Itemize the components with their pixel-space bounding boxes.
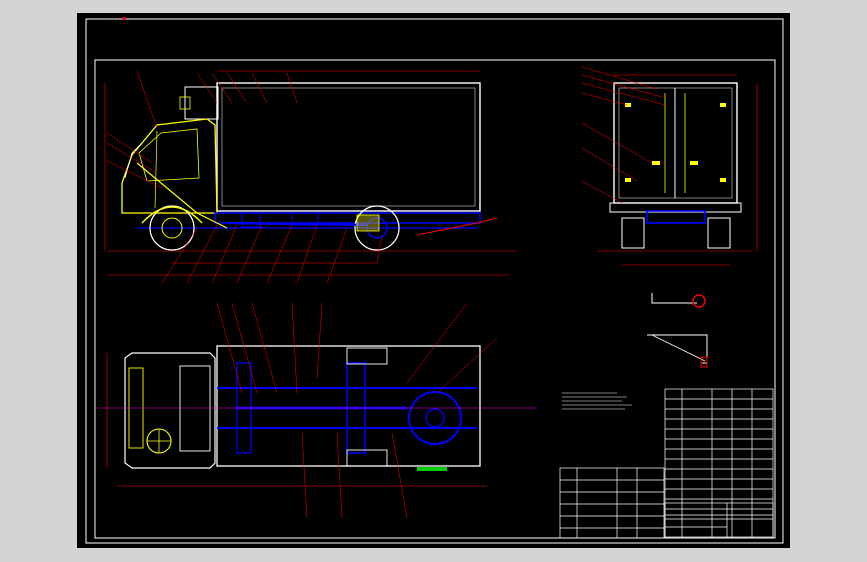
mud-flap: [417, 467, 447, 471]
detail-mark-2: [700, 356, 708, 368]
rear-wheel-left: [621, 217, 645, 249]
outer-frame: [85, 18, 784, 544]
gearbox: [241, 212, 261, 228]
detail-bolt-1: [692, 294, 706, 308]
engine-grille: [179, 365, 211, 452]
top-plan-view: [97, 302, 537, 519]
rear-hinge-3: [720, 103, 726, 107]
spare-wheel: [408, 391, 462, 445]
title-block: [559, 467, 774, 539]
rear-axle-housing: [646, 210, 706, 224]
detail-brace-2: [651, 334, 706, 362]
side-elevation-view: [104, 70, 517, 284]
rear-lock-right: [690, 161, 698, 165]
parts-list-rows: [665, 398, 773, 520]
sheet-marker: [123, 17, 126, 20]
drawing-canvas[interactable]: [77, 13, 790, 548]
detail-views: [647, 293, 708, 368]
cab-front: [124, 142, 143, 179]
rear-hinge-2: [625, 178, 631, 182]
rear-hinge-1: [625, 103, 631, 107]
cab-outline: [121, 118, 218, 214]
detail-bracket-2: [647, 334, 708, 364]
rear-wheel-right: [707, 217, 731, 249]
drawing-sheet: [77, 13, 790, 548]
rear-axle-unit: [356, 214, 380, 232]
rear-elevation-view: [581, 66, 758, 266]
rear-hinge-4: [720, 178, 726, 182]
cab-door-line: [154, 130, 158, 209]
cargo-box-inner: [221, 87, 476, 207]
cad-viewport[interactable]: [0, 0, 867, 562]
rear-lock-left: [652, 161, 660, 165]
chassis-frame: [214, 212, 481, 224]
cargo-box: [216, 82, 481, 212]
steering-link: [136, 162, 228, 229]
rear-leader-lines: [581, 66, 666, 204]
rear-wheel-top-left: [346, 347, 388, 365]
technical-notes: [562, 392, 632, 410]
rear-bumper: [416, 217, 498, 236]
detail-bracket-1: [651, 293, 697, 304]
spare-wheel-hub: [425, 408, 445, 428]
